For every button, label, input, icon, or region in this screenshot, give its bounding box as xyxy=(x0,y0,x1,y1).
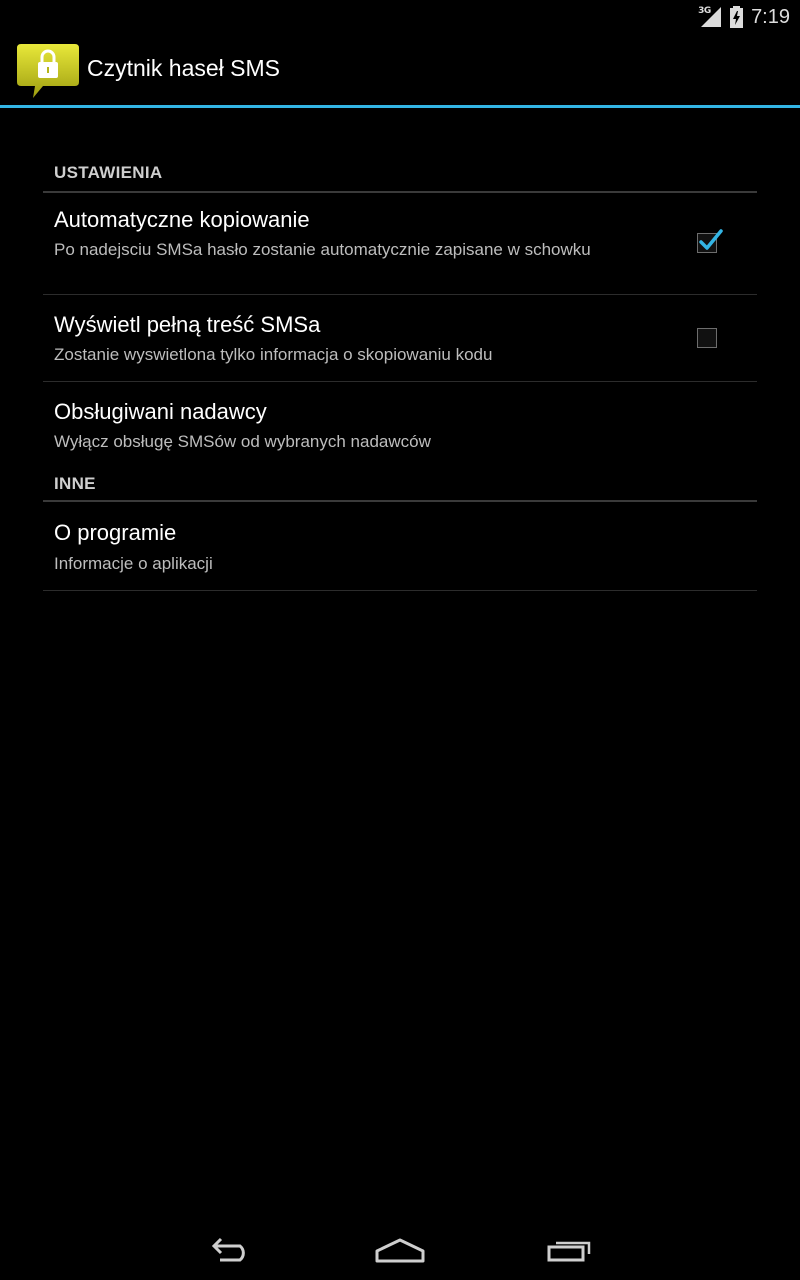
check-icon xyxy=(699,229,723,250)
status-bar: 3G 7:19 xyxy=(0,0,800,33)
preferences-list: USTAWIENIA Automatyczne kopiowanie Po na… xyxy=(43,105,757,591)
clock: 7:19 xyxy=(751,5,790,28)
navigation-bar xyxy=(0,1220,800,1280)
recent-apps-icon xyxy=(547,1241,591,1262)
pref-auto-copy[interactable]: Automatyczne kopiowanie Po nadejsciu SMS… xyxy=(43,193,757,295)
auto-copy-checkbox[interactable] xyxy=(697,229,723,253)
back-icon xyxy=(211,1237,245,1262)
battery-charging-icon xyxy=(730,6,744,28)
pref-summary: Zostanie wyswietlona tylko informacja o … xyxy=(54,345,493,364)
app-title: Czytnik haseł SMS xyxy=(87,55,281,81)
pref-title: Automatyczne kopiowanie xyxy=(54,207,310,232)
category-header-ustawienia: USTAWIENIA xyxy=(43,105,757,193)
status-icons: 3G 7:19 xyxy=(698,4,790,30)
recent-apps-button[interactable] xyxy=(540,1232,600,1268)
pref-title: O programie xyxy=(54,520,177,545)
pref-about[interactable]: O programie Informacje o aplikacji xyxy=(43,502,757,591)
pref-summary: Informacje o aplikacji xyxy=(54,554,213,573)
category-header-inne: INNE xyxy=(43,471,757,502)
pref-supported-senders[interactable]: Obsługiwani nadawcy Wyłącz obsługę SMSów… xyxy=(43,382,757,471)
category-label: USTAWIENIA xyxy=(54,163,163,182)
signal-icon: 3G xyxy=(698,6,722,28)
home-button[interactable] xyxy=(370,1232,430,1268)
back-button[interactable] xyxy=(200,1232,260,1268)
home-icon xyxy=(375,1238,425,1263)
pref-summary: Po nadejsciu SMSa hasło zostanie automat… xyxy=(54,240,591,259)
category-label: INNE xyxy=(54,474,96,493)
pref-title: Obsługiwani nadawcy xyxy=(54,399,267,424)
show-full-sms-checkbox[interactable] xyxy=(697,328,717,348)
network-type: 3G xyxy=(698,6,711,16)
pref-title: Wyświetl pełną treść SMSa xyxy=(54,312,321,337)
lock-message-icon[interactable] xyxy=(15,42,81,100)
pref-summary: Wyłącz obsługę SMSów od wybranych nadawc… xyxy=(54,432,431,451)
action-bar: Czytnik haseł SMS xyxy=(0,33,800,108)
pref-show-full-sms[interactable]: Wyświetl pełną treść SMSa Zostanie wyswi… xyxy=(43,295,757,382)
